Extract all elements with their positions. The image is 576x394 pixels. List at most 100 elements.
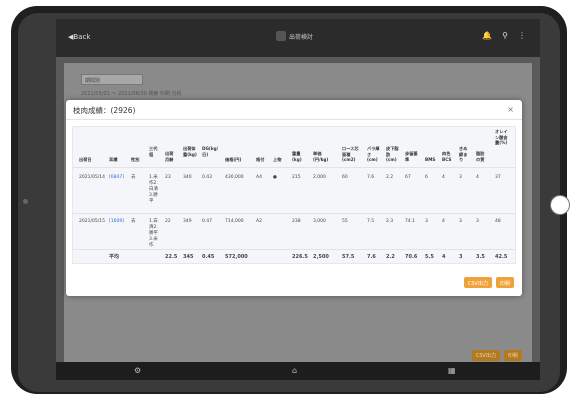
header-cell: 歩留基準: [405, 151, 418, 162]
header-cell: 重量(kg): [292, 151, 302, 162]
more-icon[interactable]: ⋮: [518, 31, 526, 40]
sex-cell: 去: [131, 219, 136, 224]
header-cell: 脂肪の質: [476, 151, 485, 162]
avg-age: 22.5: [165, 254, 178, 260]
header-cell: バラ厚さ(cm): [367, 146, 380, 163]
home-icon[interactable]: ⌂: [292, 366, 297, 375]
rib-cell: 7.5: [367, 219, 375, 224]
header-cell: 出荷月齢: [165, 151, 174, 162]
header-cell: きめ締まり: [459, 146, 468, 163]
fat-cell: 2.2: [386, 175, 394, 180]
avg-bcs: 4: [442, 254, 446, 260]
average-label: 平均: [109, 254, 120, 260]
loin-cell: 60: [342, 175, 348, 180]
avg-fat-quality: 3.5: [476, 254, 485, 260]
bell-icon[interactable]: 🔔: [482, 31, 492, 40]
home-button[interactable]: [550, 195, 570, 215]
fat-quality-cell: 4: [476, 175, 479, 180]
carcass-cell: 215: [292, 175, 301, 180]
avg-unit-price: 2,500: [313, 254, 329, 260]
back-button[interactable]: ◀Back: [68, 33, 90, 41]
header-cell: 皮下脂肪(cm): [386, 146, 399, 163]
row-divider: [73, 213, 515, 214]
yield-cell: 67: [405, 175, 411, 180]
avg-price: 572,000: [225, 254, 248, 260]
ear-tag-link[interactable]: [1609]: [109, 219, 124, 225]
header-cell: DG(kg/日): [202, 146, 219, 157]
ear-tag-link[interactable]: [6847]: [109, 175, 124, 181]
age-cell: 22: [165, 219, 171, 224]
carcass-cell: 238: [292, 219, 301, 224]
olein-cell: 37: [495, 175, 501, 180]
header-cell: BMS: [425, 157, 436, 162]
avg-kime: 3: [459, 254, 463, 260]
modal-buttons: CSV出力 印刷: [463, 277, 514, 288]
fat-quality-cell: 3: [476, 219, 479, 224]
avg-carcass: 226.5: [292, 254, 308, 260]
bms-cell: 3: [425, 219, 428, 224]
modal-title: 枝肉成績：(2926): [73, 106, 136, 115]
rib-cell: 7.6: [367, 175, 375, 180]
bcs-cell: 4: [442, 175, 445, 180]
results-table: 出荷日 耳標 性別 三代祖 出荷月齢 出荷体重(kg) DG(kg/日) 価格(…: [72, 126, 516, 264]
grade-cell: A2: [256, 219, 262, 224]
camera: [23, 199, 28, 204]
date-range: 2021/05/01 ～ 2021/06/30 検索 印刷 分析: [81, 91, 182, 97]
search-icon[interactable]: ⚲: [502, 31, 508, 40]
sire-cell: 1.米作2.白清3.勝平: [149, 175, 158, 204]
sire-cell: 1.白清2.勝平3.米作: [149, 219, 158, 248]
modal-divider: [66, 119, 522, 120]
header-cell: 格付: [256, 157, 265, 162]
close-icon[interactable]: ×: [507, 105, 514, 114]
header-cell: 耳標: [109, 157, 118, 162]
dg-cell: 0.43: [202, 175, 213, 180]
yield-cell: 74.1: [405, 219, 416, 224]
bcs-cell: 4: [442, 219, 445, 224]
brand: 出荷検討: [276, 31, 313, 41]
date-cell: 2021/05/15: [79, 219, 105, 224]
background-buttons: CSV出力 印刷: [471, 350, 522, 361]
header-cell: オレイン酸含量(%): [495, 129, 508, 146]
avg-rib: 7.6: [367, 254, 376, 260]
avg-loin: 57.5: [342, 254, 355, 260]
age-cell: 23: [165, 175, 171, 180]
kime-cell: 3: [459, 175, 462, 180]
print-button[interactable]: 印刷: [495, 277, 514, 288]
header-cell: 出荷体重(kg): [183, 146, 197, 157]
price-cell: 430,000: [225, 175, 244, 180]
avg-olein: 42.5: [495, 254, 508, 260]
olein-cell: 48: [495, 219, 501, 224]
fat-cell: 2.3: [386, 219, 394, 224]
app-screen: ◀Back 出荷検討 🔔 ⚲ ⋮ 期間別 2021/05/01 ～ 2021/0…: [56, 19, 540, 380]
header-cell: ロース芯面積(cm2): [342, 146, 359, 163]
sex-cell: 去: [131, 175, 136, 180]
gear-icon[interactable]: ⚙: [134, 366, 141, 375]
calendar-icon[interactable]: ▦: [448, 366, 456, 375]
row-divider: [73, 249, 515, 250]
row-divider: [73, 167, 515, 168]
unit-price-cell: 2,000: [313, 175, 326, 180]
header-cell: 三代祖: [149, 146, 158, 157]
grade-cell: A4: [256, 175, 262, 180]
brand-logo-icon: [276, 31, 286, 41]
period-select[interactable]: 期間別: [81, 74, 143, 85]
header-cell: 性別: [131, 157, 140, 162]
loin-cell: 55: [342, 219, 348, 224]
header-cell: 肉色BCS: [442, 151, 452, 162]
csv-export-button[interactable]: CSV出力: [463, 277, 492, 288]
brand-name: 出荷検討: [289, 33, 314, 41]
header-cell: 価格(円): [225, 157, 242, 162]
price-cell: 714,000: [225, 219, 244, 224]
top-icons: 🔔 ⚲ ⋮: [482, 31, 526, 40]
dg-cell: 0.47: [202, 219, 213, 224]
top-bar: ◀Back 出荷検討 🔔 ⚲ ⋮: [56, 19, 540, 57]
unit-price-cell: 3,000: [313, 219, 326, 224]
bg-csv-button: CSV出力: [471, 350, 500, 361]
bottom-nav: ⚙ ⌂ ▦: [56, 362, 540, 380]
header-cell: 出荷日: [79, 157, 92, 162]
top-grade-marker: ●: [273, 175, 277, 180]
avg-bms: 5.5: [425, 254, 434, 260]
avg-fat: 2.2: [386, 254, 395, 260]
header-cell: 単価(円/kg): [313, 151, 329, 162]
weight-cell: 340: [183, 175, 192, 180]
